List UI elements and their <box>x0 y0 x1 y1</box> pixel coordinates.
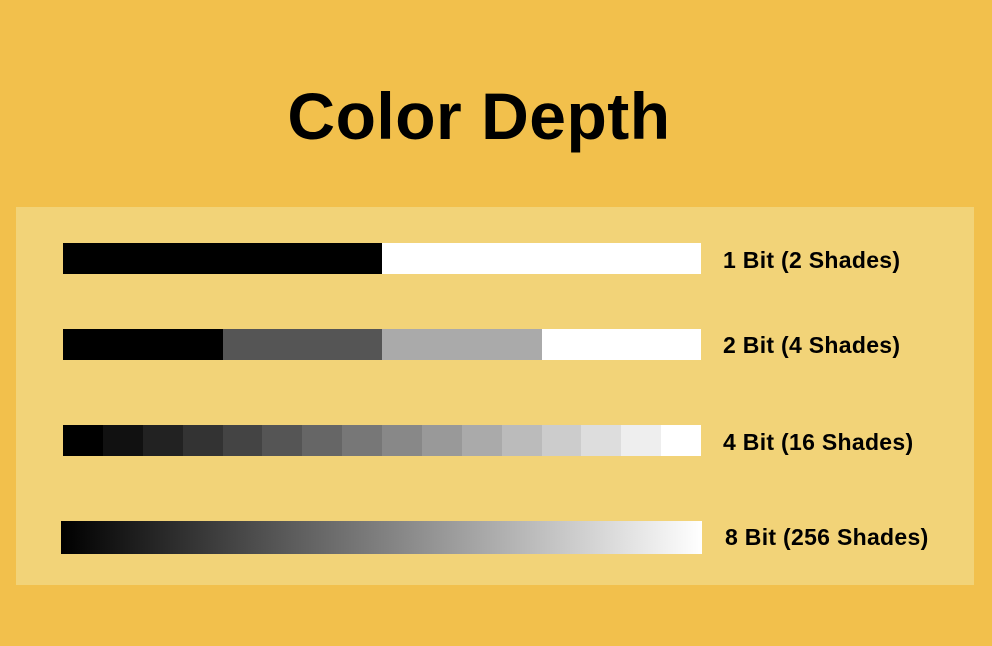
shade-segment <box>63 243 382 274</box>
page-title: Color Depth <box>287 79 671 153</box>
shade-segment <box>382 425 422 456</box>
shade-segment <box>142 425 183 456</box>
shade-segment <box>63 425 103 456</box>
shade-segment <box>342 425 382 456</box>
strip-4-bit <box>63 425 701 456</box>
label-1-bit: 1 Bit (2 Shades) <box>723 247 901 273</box>
shade-segment <box>302 425 343 456</box>
shade-segment <box>541 329 701 360</box>
shade-segment <box>581 425 622 456</box>
label-4-bit: 4 Bit (16 Shades) <box>723 429 914 455</box>
strip-2-bit <box>63 329 701 360</box>
strip-1-bit <box>63 243 701 274</box>
shade-segment <box>541 425 582 456</box>
strip-8-bit-gradient <box>61 521 702 554</box>
shade-segment <box>382 329 542 360</box>
shade-segment <box>621 425 662 456</box>
shade-segment <box>102 425 143 456</box>
shade-segment <box>262 425 303 456</box>
shade-segment <box>501 425 542 456</box>
shade-segment <box>461 425 502 456</box>
shade-segment <box>222 425 263 456</box>
shade-segment <box>182 425 223 456</box>
shade-segment <box>421 425 462 456</box>
shade-segment <box>63 329 223 360</box>
shade-segment <box>222 329 382 360</box>
label-2-bit: 2 Bit (4 Shades) <box>723 332 901 358</box>
shade-segment <box>661 425 701 456</box>
label-8-bit: 8 Bit (256 Shades) <box>725 524 929 550</box>
shade-segment <box>382 243 701 274</box>
